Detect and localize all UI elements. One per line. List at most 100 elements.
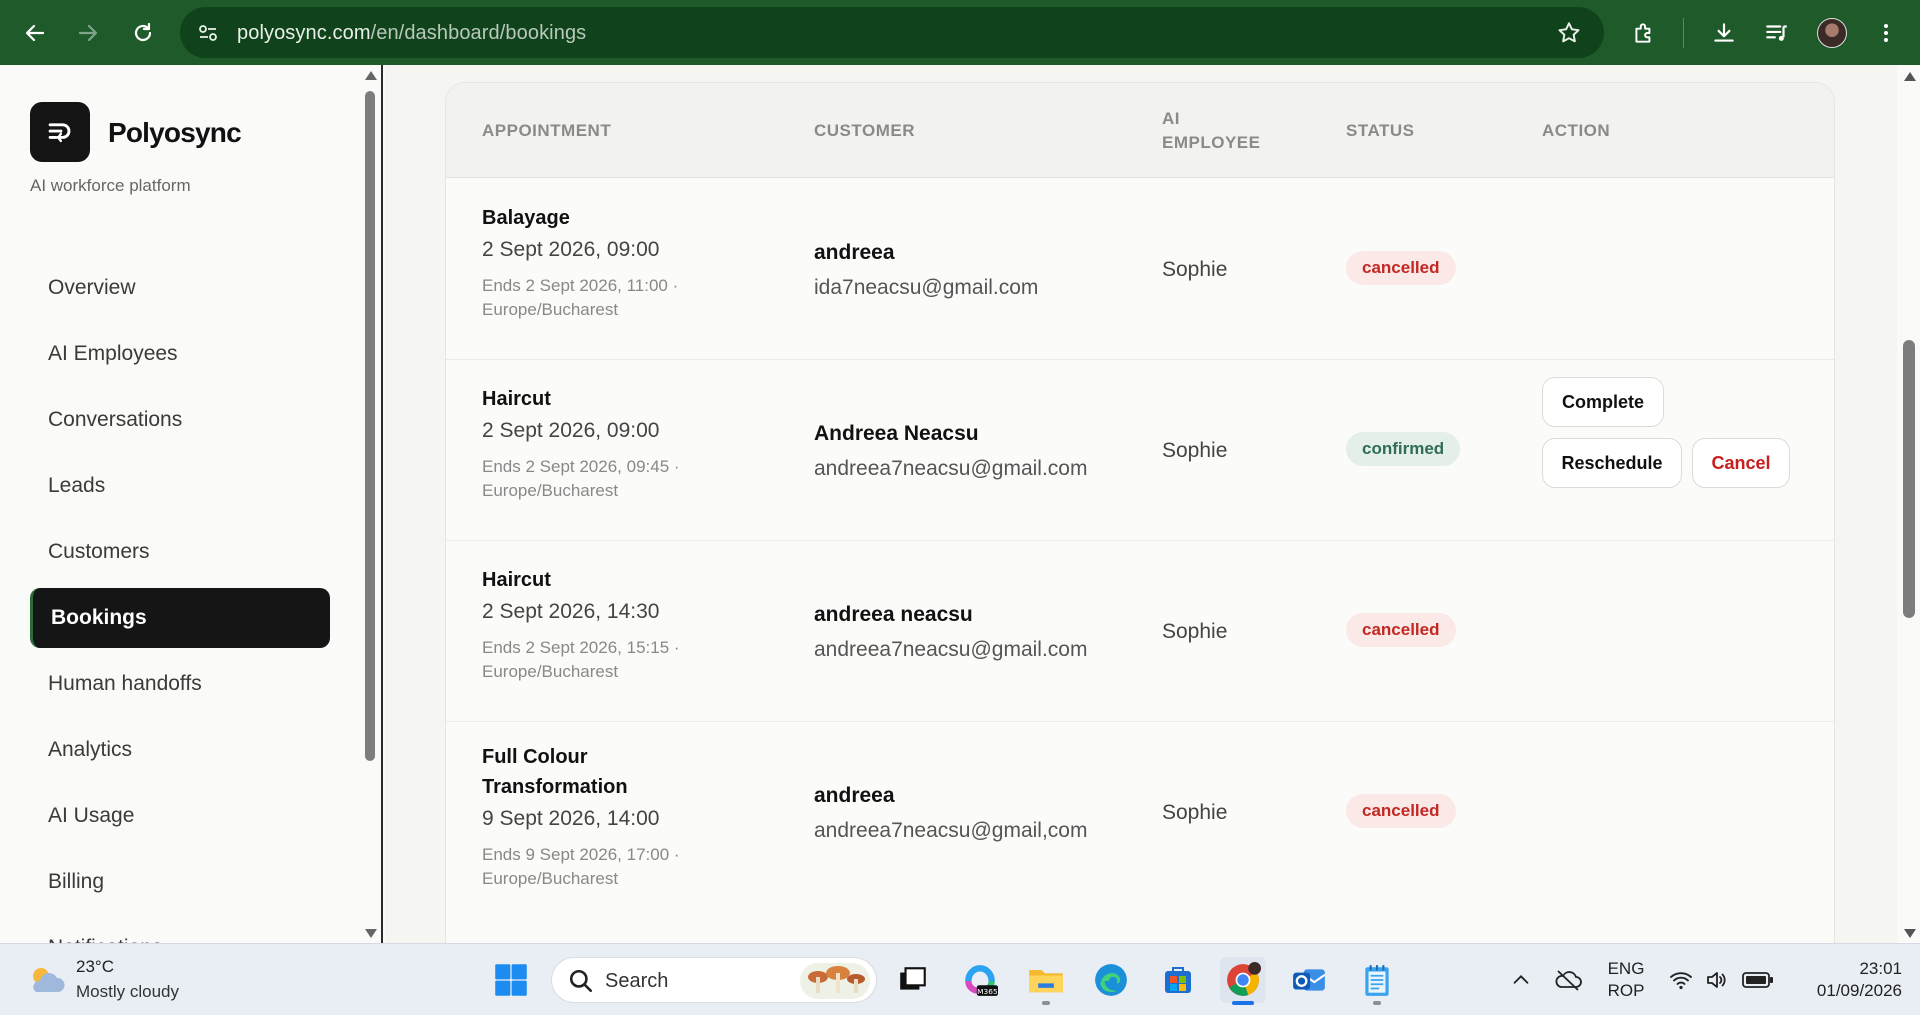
downloads-button[interactable] [1704, 13, 1744, 53]
reschedule-button[interactable]: Reschedule [1542, 438, 1682, 488]
customer-name: andreea [814, 241, 895, 264]
language-code: ENG [1607, 959, 1645, 978]
complete-button[interactable]: Complete [1542, 377, 1664, 427]
browser-toolbar: polyosync.com/en/dashboard/bookings [0, 0, 1920, 65]
sidebar-scrollbar[interactable] [365, 65, 379, 943]
file-explorer-button[interactable] [1023, 957, 1069, 1005]
search-label: Search [605, 970, 669, 992]
appointment-time: 2 Sept 2026, 09:00 [482, 419, 660, 442]
scroll-up-arrow-icon[interactable] [1904, 72, 1916, 81]
appointment-ends-timezone: Europe/Bucharest [482, 662, 619, 681]
sidebar-item-bookings[interactable]: Bookings [30, 588, 330, 648]
weather-temperature[interactable]: 23°C [76, 957, 114, 977]
keyboard-layout: ROP [1607, 981, 1645, 1000]
weather-cloudy-icon[interactable] [26, 962, 66, 998]
column-header-appointment: APPOINTMENT [482, 121, 612, 140]
status-badge: cancelled [1346, 794, 1456, 828]
cancel-button[interactable]: Cancel [1692, 438, 1790, 488]
reload-icon [134, 22, 152, 42]
edge-browser-icon [1095, 964, 1127, 996]
table-header: APPOINTMENT CUSTOMER AI EMPLOYEE STATUS … [446, 83, 1834, 178]
profile-button[interactable] [1812, 13, 1852, 53]
microsoft-store-icon [1165, 967, 1191, 993]
main-scrollbar[interactable] [1900, 65, 1920, 943]
customer-name: Andreea Neacsu [814, 422, 979, 445]
notepad-button[interactable] [1354, 957, 1400, 1005]
main-content: APPOINTMENT CUSTOMER AI EMPLOYEE STATUS … [385, 65, 1897, 943]
appointment-title: Balayage [482, 207, 570, 229]
sidebar-item-overview[interactable]: Overview [30, 258, 330, 318]
appointment-title: Haircut [482, 569, 551, 591]
brand-tagline: AI workforce platform [30, 176, 191, 195]
wifi-icon[interactable] [1669, 968, 1693, 992]
edge-button[interactable] [1088, 957, 1134, 1003]
customer-email: andreea7neacsu@gmail,com [814, 819, 1088, 842]
ai-employee-name: Sophie [1162, 620, 1228, 643]
sidebar-item-leads[interactable]: Leads [30, 456, 330, 516]
outlook-icon [1293, 969, 1326, 991]
scrollbar-thumb[interactable] [1903, 340, 1915, 618]
sidebar-item-human-handoffs[interactable]: Human handoffs [30, 654, 330, 714]
scrollbar-thumb[interactable] [365, 91, 375, 761]
volume-icon[interactable] [1704, 968, 1728, 992]
scroll-down-arrow-icon[interactable] [1904, 929, 1916, 938]
brand-logo-icon[interactable] [30, 102, 90, 162]
media-control-button[interactable] [1757, 13, 1797, 53]
appointment-ends-line1: Ends 9 Sept 2026, 17:00 · [482, 845, 680, 864]
cloud-offline-icon[interactable] [1554, 968, 1582, 992]
forward-button[interactable] [68, 13, 108, 53]
sidebar-item-ai-usage[interactable]: AI Usage [30, 786, 330, 846]
appointment-time: 9 Sept 2026, 14:00 [482, 807, 660, 830]
extensions-button[interactable] [1624, 13, 1664, 53]
appointment-ends-line1: Ends 2 Sept 2026, 15:15 · [482, 638, 680, 657]
arrow-left-icon [25, 24, 45, 42]
download-icon [1714, 23, 1734, 42]
input-language-indicator[interactable]: ENG ROP [1600, 958, 1652, 1002]
running-indicator [1042, 1001, 1050, 1005]
back-button[interactable] [15, 13, 55, 53]
address-bar[interactable]: polyosync.com/en/dashboard/bookings [180, 7, 1604, 58]
chrome-button[interactable] [1220, 957, 1266, 1005]
table-row: Full Colour Transformation 9 Sept 2026, … [446, 722, 1834, 932]
running-indicator [1373, 1001, 1381, 1005]
scroll-down-arrow-icon[interactable] [365, 929, 377, 938]
sidebar-item-ai-employees[interactable]: AI Employees [30, 324, 330, 384]
ai-employee-name: Sophie [1162, 258, 1228, 281]
chevron-up-icon[interactable] [1510, 969, 1532, 991]
url-text: polyosync.com/en/dashboard/bookings [237, 22, 587, 44]
sidebar-item-notifications[interactable]: Notifications [30, 918, 330, 943]
store-button[interactable] [1155, 957, 1201, 1003]
clock-time: 23:01 [1859, 959, 1902, 978]
appointment-ends-line1: Ends 2 Sept 2026, 09:45 · [482, 457, 680, 476]
customer-email: andreea7neacsu@gmail.com [814, 457, 1088, 480]
outlook-button[interactable] [1286, 957, 1332, 1003]
notepad-icon [1365, 965, 1389, 996]
ai-employee-name: Sophie [1162, 439, 1228, 462]
task-view-button[interactable] [890, 957, 936, 1003]
battery-icon[interactable] [1742, 970, 1774, 990]
sidebar-item-customers[interactable]: Customers [30, 522, 330, 582]
reload-button[interactable] [123, 13, 163, 53]
sidebar-item-analytics[interactable]: Analytics [30, 720, 330, 780]
table-row: Haircut 2 Sept 2026, 14:30 Ends 2 Sept 2… [446, 541, 1834, 722]
ai-employee-name: Sophie [1162, 801, 1228, 824]
weather-description[interactable]: Mostly cloudy [76, 982, 179, 1002]
mushroom-search-highlight-icon [800, 963, 870, 999]
sidebar-item-conversations[interactable]: Conversations [30, 390, 330, 450]
clock[interactable]: 23:01 01/09/2026 [1792, 958, 1902, 1002]
taskbar: 23°C Mostly cloudy Search M365 ENG ROP 2… [0, 943, 1920, 1015]
brand-name[interactable]: Polyosync [108, 117, 242, 149]
column-header-status: STATUS [1346, 121, 1415, 140]
scroll-up-arrow-icon[interactable] [365, 71, 377, 80]
windows-logo-icon [495, 964, 527, 996]
browser-menu-button[interactable] [1866, 13, 1906, 53]
start-button[interactable] [488, 957, 534, 1003]
chrome-browser-icon [1227, 962, 1261, 996]
sidebar-item-billing[interactable]: Billing [30, 852, 330, 912]
clock-date: 01/09/2026 [1816, 981, 1902, 1000]
site-settings-icon[interactable] [196, 21, 220, 45]
star-icon[interactable] [1556, 20, 1582, 46]
m365-app-button[interactable]: M365 [957, 957, 1003, 1003]
taskbar-search[interactable]: Search [551, 957, 877, 1003]
puzzle-icon [1635, 23, 1651, 43]
